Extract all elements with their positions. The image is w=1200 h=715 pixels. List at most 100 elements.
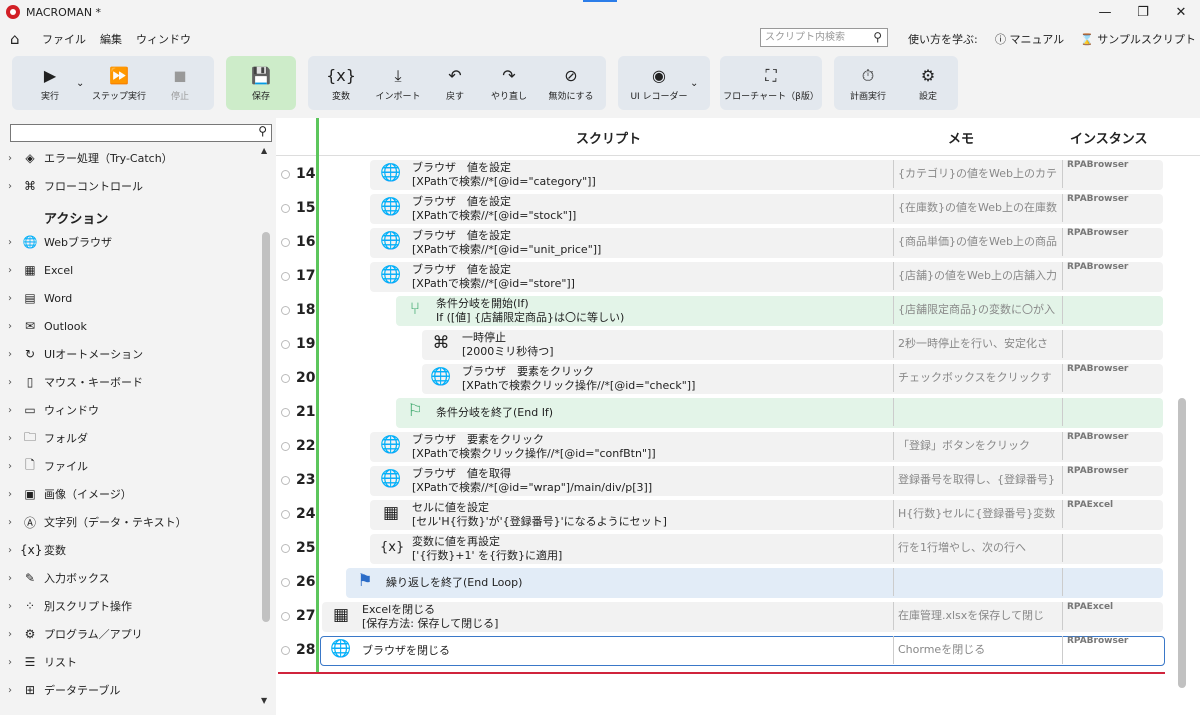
scrollbar-thumb[interactable] [262,232,270,622]
script-row[interactable]: 23 🌐 ブラウザ 値を取得 [XPathで検索//*[@id="wrap"]/… [276,464,1168,496]
script-row[interactable]: 14 🌐 ブラウザ 値を設定 [XPathで検索//*[@id="categor… [276,158,1168,190]
breakpoint-icon[interactable] [281,271,290,281]
flowchart-button[interactable]: ⛶ フローチャート（β版） [720,56,822,110]
recorder-dropdown-icon[interactable]: ⌄ [690,78,698,89]
script-row-selected[interactable]: 28 🌐 ブラウザを閉じる Chormeを閉じる RPABrowser [276,634,1168,666]
breakpoint-icon[interactable] [281,645,290,655]
breakpoint-icon[interactable] [281,203,290,213]
script-row[interactable]: 17 🌐 ブラウザ 値を設定 [XPathで検索//*[@id="store"]… [276,260,1168,292]
ui-recorder-button[interactable]: ◉ UI レコーダー [624,56,694,110]
sidebar-item-text[interactable]: › Ⓐ 文字列（データ・テキスト） [8,512,187,532]
memo-cell[interactable]: 「登録」ボタンをクリック [893,432,1061,460]
breakpoint-icon[interactable] [281,543,290,553]
script-row[interactable]: 16 🌐 ブラウザ 値を設定 [XPathで検索//*[@id="unit_pr… [276,226,1168,258]
sidebar-item-word[interactable]: › ▤ Word [8,288,72,308]
disable-button[interactable]: ⊘ 無効にする [540,56,602,110]
menu-edit[interactable]: 編集 [100,31,122,47]
editor-scrollbar[interactable] [1176,158,1188,698]
sample-script-link[interactable]: ⌛ サンプルスクリプト [1080,31,1196,47]
breakpoint-icon[interactable] [281,407,290,417]
breakpoint-icon[interactable] [281,373,290,383]
save-button[interactable]: 💾 保存 [226,56,296,110]
script-row[interactable]: 27 ▦ Excelを閉じる [保存方法: 保存して閉じる] 在庫管理.xlsx… [276,600,1168,632]
variable-button[interactable]: {x} 変数 [316,56,366,110]
memo-cell[interactable]: 2秒一時停止を行い、安定化さ [893,330,1061,358]
scroll-up-icon[interactable]: ▲ [261,146,267,155]
sidebar-item-outlook[interactable]: › ✉ Outlook [8,316,87,336]
scrollbar-thumb[interactable] [1178,398,1186,688]
sidebar-item-flow-control[interactable]: › ⌘ フローコントロール [8,176,143,196]
memo-cell[interactable] [893,398,1061,426]
memo-cell[interactable]: 登録番号を取得し、{登録番号} [893,466,1061,494]
maximize-icon[interactable]: ❐ [1124,0,1162,24]
sidebar-item-error-handling[interactable]: › ◈ エラー処理（Try-Catch） [8,148,173,168]
sidebar-item-variable[interactable]: › {x} 変数 [8,540,66,560]
sidebar-item-datatable[interactable]: › ⊞ データテーブル [8,680,120,700]
sidebar-scrollbar[interactable]: ▲ ▼ [260,146,272,708]
manual-link[interactable]: ⓘ マニュアル [995,31,1064,47]
import-button[interactable]: ⤓ インポート [370,56,426,110]
breakpoint-icon[interactable] [281,237,290,247]
close-icon[interactable]: ✕ [1162,0,1200,24]
script-row[interactable]: 19 ⌘ 一時停止 [2000ミリ秒待つ] 2秒一時停止を行い、安定化さ [276,328,1168,360]
sidebar-item-program[interactable]: › ⚙ プログラム／アプリ [8,624,143,644]
home-icon[interactable]: ⌂ [10,30,28,48]
script-row[interactable]: 24 ▦ セルに値を設定 [セル'H{行数}'が'{登録番号}'になるようにセッ… [276,498,1168,530]
memo-cell[interactable] [893,568,1061,596]
breakpoint-icon[interactable] [281,339,290,349]
redo-button[interactable]: ↷ やり直し [484,56,534,110]
sidebar-item-web-browser[interactable]: › 🌐 Webブラウザ [8,232,112,252]
memo-cell[interactable]: {店舗限定商品}の変数に〇が入 [893,296,1061,324]
sidebar-item-folder[interactable]: › 🗀 フォルダ [8,428,88,448]
insert-position-line [278,672,1165,674]
sidebar-item-file[interactable]: › 🗋 ファイル [8,456,88,476]
breakpoint-icon[interactable] [281,169,290,179]
script-row[interactable]: 21 ⚐ 条件分岐を終了(End If) [276,396,1168,428]
sidebar-item-image[interactable]: › ▣ 画像（イメージ） [8,484,132,504]
breakpoint-icon[interactable] [281,305,290,315]
script-row[interactable]: 18 ⑂ 条件分岐を開始(If) If ([値] {店舗限定商品}は〇に等しい)… [276,294,1168,326]
menu-window[interactable]: ウィンドウ [136,31,191,47]
breakpoint-icon[interactable] [281,441,290,451]
memo-cell[interactable]: {在庫数}の値をWeb上の在庫数 [893,194,1061,222]
memo-cell[interactable]: H{行数}セルに{登録番号}変数 [893,500,1061,528]
sidebar-item-input-box[interactable]: › ✎ 入力ボックス [8,568,110,588]
undo-button[interactable]: ↶ 戻す [432,56,478,110]
script-row[interactable]: 20 🌐 ブラウザ 要素をクリック [XPathで検索クリック操作//*[@id… [276,362,1168,394]
script-search-input[interactable]: スクリプト内検索 ⚲ [760,28,888,47]
stop-button[interactable]: ◼ 停止 [156,56,204,110]
run-button[interactable]: ▶ 実行 [22,56,78,110]
sidebar-item-ui-automation[interactable]: › ↻ UIオートメーション [8,344,143,364]
memo-cell[interactable]: {店舗}の値をWeb上の店舗入力 [893,262,1061,290]
scroll-down-icon[interactable]: ▼ [261,696,267,705]
memo-cell[interactable]: 在庫管理.xlsxを保存して閉じ [893,602,1061,630]
search-icon[interactable]: ⚲ [873,29,882,46]
sidebar-item-mouse-keyboard[interactable]: › ▯ マウス・キーボード [8,372,143,392]
memo-cell[interactable]: {商品単価}の値をWeb上の商品 [893,228,1061,256]
minimize-icon[interactable]: — [1086,0,1124,24]
memo-cell[interactable]: 行を1行増やし、次の行へ [893,534,1061,562]
breakpoint-icon[interactable] [281,611,290,621]
run-dropdown-icon[interactable]: ⌄ [76,78,84,89]
memo-cell[interactable]: Chormeを閉じる [893,636,1061,664]
script-row[interactable]: 22 🌐 ブラウザ 要素をクリック [XPathで検索クリック操作//*[@id… [276,430,1168,462]
memo-cell[interactable]: {カテゴリ}の値をWeb上のカテ [893,160,1061,188]
scheduled-run-button[interactable]: ⏱ 計画実行 [838,56,898,110]
script-row[interactable]: 26 ⚑ 繰り返しを終了(End Loop) [276,566,1168,598]
breakpoint-icon[interactable] [281,475,290,485]
menu-file[interactable]: ファイル [42,31,86,47]
breakpoint-icon[interactable] [281,509,290,519]
action-search-input[interactable]: ⚲ [10,124,272,142]
script-row[interactable]: 25 {x} 変数に値を再設定 ['{行数}+1' を{行数}に適用] 行を1行… [276,532,1168,564]
step-run-button[interactable]: ⏩ ステップ実行 [88,56,150,110]
sidebar-item-other-script[interactable]: › ⁘ 別スクリプト操作 [8,596,132,616]
script-row[interactable]: 15 🌐 ブラウザ 値を設定 [XPathで検索//*[@id="stock"]… [276,192,1168,224]
sidebar-item-list[interactable]: › ☰ リスト [8,652,77,672]
sidebar-item-window[interactable]: › ▭ ウィンドウ [8,400,99,420]
sidebar-item-excel[interactable]: › ▦ Excel [8,260,73,280]
settings-button[interactable]: ⚙ 設定 [902,56,954,110]
search-icon[interactable]: ⚲ [258,124,267,138]
breakpoint-icon[interactable] [281,577,290,587]
memo-cell[interactable]: チェックボックスをクリックす [893,364,1061,392]
column-memo: メモ [948,132,975,147]
